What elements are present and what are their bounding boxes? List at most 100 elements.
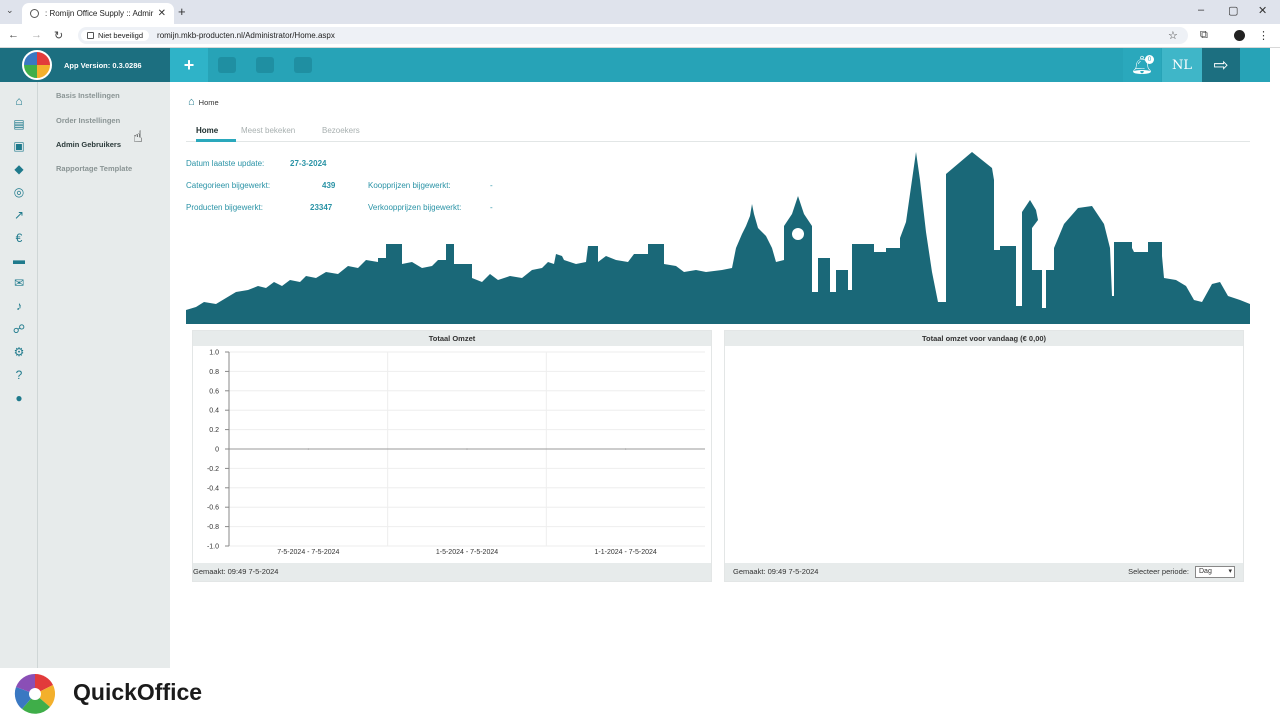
minimize-icon[interactable]: – bbox=[1198, 4, 1204, 16]
period-select-label: Selecteer periode: bbox=[1128, 567, 1189, 576]
extensions-icon[interactable]: ⧉ bbox=[1200, 29, 1208, 42]
quickoffice-logo bbox=[14, 673, 56, 714]
tab-home[interactable]: Home bbox=[196, 126, 218, 135]
truck-icon[interactable]: ▬ bbox=[12, 253, 26, 267]
reload-icon[interactable]: ↻ bbox=[54, 29, 63, 42]
period-select[interactable]: Dag ▾ bbox=[1195, 566, 1235, 578]
submenu-item-admin-users[interactable]: Admin Gebruikers bbox=[56, 140, 121, 149]
user-button-2[interactable] bbox=[246, 48, 284, 82]
user-icon bbox=[218, 57, 236, 73]
tab-search-icon[interactable]: ⌄ bbox=[6, 5, 14, 16]
url-input[interactable]: Niet beveiligd romijn.mkb-producten.nl/A… bbox=[78, 27, 1188, 44]
tags-icon[interactable]: ◆ bbox=[12, 162, 26, 176]
brand-bar: QuickOffice bbox=[0, 668, 1280, 720]
new-tab-icon[interactable]: + bbox=[178, 4, 186, 19]
chevron-down-icon: ▾ bbox=[1228, 568, 1232, 575]
total-revenue-created: Gemaakt: 09:49 7-5-2024 bbox=[193, 567, 279, 576]
archive-button[interactable] bbox=[284, 48, 322, 82]
contact-icon[interactable]: ▣ bbox=[12, 139, 26, 153]
address-bar: ← → ↻ Niet beveiligd romijn.mkb-producte… bbox=[0, 24, 1280, 48]
submenu-item-order[interactable]: Order Instellingen bbox=[56, 116, 120, 125]
maximize-icon[interactable]: ▢ bbox=[1228, 4, 1238, 17]
brand-name: QuickOffice bbox=[73, 679, 203, 705]
app-version: App Version: 0.3.0286 bbox=[64, 60, 142, 70]
active-tab-indicator bbox=[196, 139, 236, 142]
back-icon[interactable]: ← bbox=[8, 29, 19, 41]
bell-icon[interactable]: ♪ bbox=[12, 299, 26, 313]
user-button-1[interactable] bbox=[208, 48, 246, 82]
home-icon[interactable]: ⌂ bbox=[188, 96, 195, 108]
y-tick-label: 1.0 bbox=[209, 350, 219, 357]
total-revenue-panel: Totaal Omzet 1.0 0.8 0.6 0.4 0.2 0 -0.2 -0.4 -0.… bbox=[192, 330, 712, 582]
profile-avatar[interactable] bbox=[1234, 30, 1245, 41]
tab-visitors[interactable]: Bezoekers bbox=[322, 126, 360, 135]
total-revenue-chart: 1.0 0.8 0.6 0.4 0.2 0 -0.2 -0.4 -0.6 -0.8 -1.0 7-5-… bbox=[207, 350, 705, 556]
menu-icon[interactable]: ⋮ bbox=[1258, 29, 1269, 42]
clock-face bbox=[792, 228, 804, 240]
y-tick-label: -0.6 bbox=[207, 505, 219, 512]
home-icon[interactable]: ⌂ bbox=[12, 94, 26, 108]
main-content: ⌂ Home Home Meest bekeken Bezoekers Datu… bbox=[170, 82, 1270, 668]
security-label: Niet beveiligd bbox=[98, 31, 144, 40]
tab-strip: Home Meest bekeken Bezoekers bbox=[186, 124, 1250, 142]
notification-badge: 0 bbox=[1145, 55, 1154, 64]
today-revenue-panel: Totaal omzet voor vandaag (€ 0,00) Gemaa… bbox=[724, 330, 1244, 582]
y-tick-label: -0.4 bbox=[207, 485, 219, 492]
coins-icon[interactable]: ◎ bbox=[12, 185, 26, 199]
chart-icon[interactable]: ↗ bbox=[12, 208, 26, 222]
city-skyline-illustration bbox=[186, 152, 1250, 324]
forward-icon[interactable]: → bbox=[31, 29, 42, 41]
close-window-icon[interactable]: ✕ bbox=[1258, 4, 1267, 17]
today-revenue-created: Gemaakt: 09:49 7-5-2024 bbox=[733, 567, 819, 576]
y-tick-label: 0.2 bbox=[209, 427, 219, 434]
euro-icon[interactable]: € bbox=[12, 231, 26, 245]
y-tick-label: -0.8 bbox=[207, 524, 219, 531]
submenu-item-basis[interactable]: Basis Instellingen bbox=[56, 91, 120, 100]
star-icon[interactable]: ☆ bbox=[1168, 29, 1178, 42]
security-indicator[interactable]: Niet beveiligd bbox=[81, 30, 150, 41]
submenu: Basis Instellingen Order Instellingen Ad… bbox=[38, 82, 170, 668]
close-tab-icon[interactable]: ✕ bbox=[158, 8, 166, 19]
app-logo[interactable] bbox=[22, 50, 52, 80]
submenu-item-report-template[interactable]: Rapportage Template bbox=[56, 164, 132, 173]
archive-icon[interactable]: ▤ bbox=[12, 117, 26, 131]
warning-icon bbox=[87, 32, 94, 39]
y-tick-label: 0.8 bbox=[209, 369, 219, 376]
x-tick-label: 1-5-2024 - 7-5-2024 bbox=[436, 549, 498, 556]
breadcrumb: ⌂ Home bbox=[188, 96, 219, 108]
total-revenue-chart-area: 1.0 0.8 0.6 0.4 0.2 0 -0.2 -0.4 -0.6 -0.8 -1.0 7-5-… bbox=[193, 346, 711, 564]
total-revenue-title: Totaal Omzet bbox=[193, 331, 711, 346]
envelope-icon[interactable]: ✉ bbox=[12, 276, 26, 290]
y-tick-label: -1.0 bbox=[207, 544, 219, 551]
y-tick-label: 0 bbox=[215, 447, 219, 454]
hand-cursor-icon: ☝ bbox=[133, 129, 143, 146]
question-icon[interactable]: ? bbox=[12, 368, 26, 382]
icon-sidebar: ⌂ ▤ ▣ ◆ ◎ ↗ € ▬ ✉ ♪ ☍ ⚙ ? ● bbox=[0, 82, 38, 668]
total-revenue-footer: Gemaakt: 09:49 7-5-2024 bbox=[193, 563, 711, 581]
notifications-button[interactable]: 🔔︎ 0 bbox=[1123, 48, 1161, 82]
tab-most-viewed[interactable]: Meest bekeken bbox=[241, 126, 295, 135]
globe-icon bbox=[30, 9, 39, 18]
period-select-value: Dag bbox=[1199, 568, 1212, 575]
sitemap-icon[interactable]: ☍ bbox=[12, 322, 26, 336]
data-point bbox=[466, 448, 468, 450]
app-header: App Version: 0.3.0286 + 🔔︎ 0 NL ⇨ bbox=[0, 48, 1270, 82]
browser-tab[interactable]: : Romijn Office Supply :: Admir ✕ bbox=[22, 3, 174, 24]
add-button[interactable]: + bbox=[170, 48, 208, 82]
today-revenue-area bbox=[725, 346, 1243, 564]
logout-button[interactable]: ⇨ bbox=[1202, 48, 1240, 82]
y-tick-label: 0.6 bbox=[209, 388, 219, 395]
url-text: romijn.mkb-producten.nl/Administrator/Ho… bbox=[157, 31, 335, 40]
language-button[interactable]: NL bbox=[1162, 48, 1202, 82]
today-revenue-footer: Gemaakt: 09:49 7-5-2024 Selecteer period… bbox=[725, 563, 1243, 581]
breadcrumb-home[interactable]: Home bbox=[199, 98, 219, 107]
cogs-icon[interactable]: ⚙ bbox=[12, 345, 26, 359]
today-revenue-title: Totaal omzet voor vandaag (€ 0,00) bbox=[725, 331, 1243, 346]
archive-icon bbox=[294, 57, 312, 73]
x-tick-label: 1-1-2024 - 7-5-2024 bbox=[595, 549, 657, 556]
y-tick-label: -0.2 bbox=[207, 466, 219, 473]
globe-icon[interactable]: ● bbox=[12, 391, 26, 405]
plus-icon: + bbox=[183, 54, 195, 75]
browser-tab-title: : Romijn Office Supply :: Admir bbox=[45, 9, 154, 18]
app-logo-area: App Version: 0.3.0286 bbox=[0, 48, 170, 82]
